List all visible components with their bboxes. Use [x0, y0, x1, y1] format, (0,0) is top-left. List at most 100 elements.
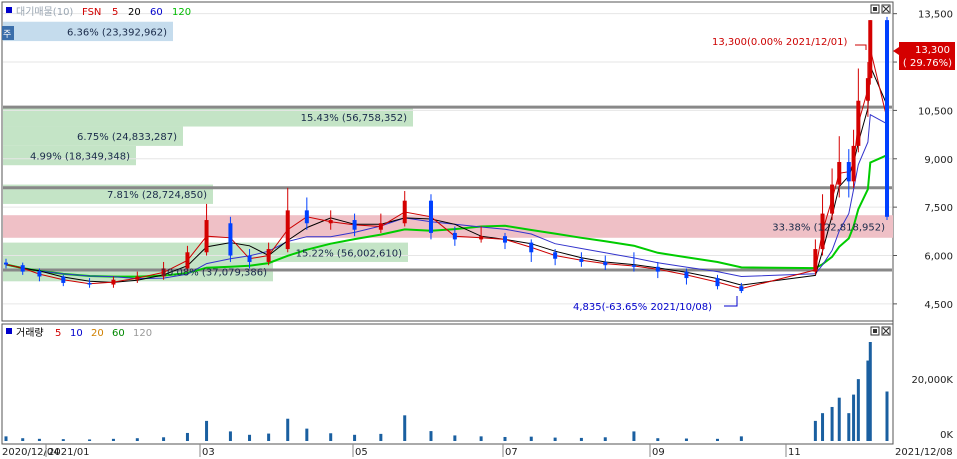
volume-bar	[4, 436, 8, 441]
volume-bar	[379, 433, 383, 441]
candle-body	[135, 276, 140, 280]
candle-body	[87, 282, 92, 285]
candle-body	[452, 232, 457, 240]
candle-body	[111, 279, 116, 285]
candle-body	[266, 249, 271, 262]
volume-profile-label: 33.38% (122,818,952)	[772, 222, 885, 233]
side-tab[interactable]: 주	[2, 26, 14, 40]
volume-bar	[88, 439, 92, 441]
volume-bar	[305, 428, 309, 441]
volume-bar	[228, 431, 232, 441]
date-tick-label: 05	[355, 447, 368, 458]
candle-body	[715, 278, 720, 287]
volume-bar	[21, 438, 25, 441]
volume-profile-label: 6.75% (24,833,287)	[77, 132, 177, 143]
price-legend-item: 120	[172, 7, 191, 18]
volume-bar	[286, 418, 290, 441]
candle-body	[603, 261, 608, 266]
candle-body	[579, 258, 584, 262]
volume-legend-item: 20	[91, 328, 104, 339]
candle-body	[856, 100, 861, 146]
volume-bar	[813, 420, 817, 441]
maximize-icon-inner	[873, 7, 877, 11]
volume-bar	[856, 379, 860, 441]
max-price-annotation: 13,300(0.00% 2021/12/01)	[712, 37, 847, 48]
volume-bar	[403, 415, 407, 441]
volume-panel-frame	[1, 323, 894, 445]
candle-body	[684, 271, 689, 279]
volume-legend-item: 60	[112, 328, 125, 339]
candle-body	[846, 162, 851, 182]
candle-body	[553, 252, 558, 259]
volume-bar	[37, 438, 41, 441]
volume-bar	[715, 438, 719, 441]
volume-bar	[553, 437, 557, 441]
volume-profile-label: 4.99% (18,349,348)	[30, 152, 130, 163]
volume-bar	[830, 406, 834, 441]
candle-body	[402, 200, 407, 224]
volume-bar	[503, 436, 507, 441]
volume-bar	[837, 397, 841, 441]
candle-body	[185, 252, 190, 269]
volume-tick-label: 0K	[940, 430, 953, 441]
volume-bar	[61, 439, 65, 441]
volume-bar	[135, 438, 139, 441]
volume-legend-item: 120	[133, 328, 152, 339]
candle-body	[479, 236, 484, 240]
price-legend-marker	[6, 7, 12, 13]
volume-bar	[429, 431, 433, 441]
candle-body	[865, 78, 870, 101]
price-tick-label: 10,500	[918, 106, 953, 117]
candle-body	[631, 265, 636, 267]
volume-bar	[479, 436, 483, 441]
volume-bar	[684, 438, 688, 441]
volume-bar	[205, 420, 209, 441]
candle-body	[228, 223, 233, 256]
volume-tick-label: 20,000K	[911, 375, 953, 386]
candle-body	[352, 220, 357, 230]
current-price-label: 13,300	[915, 45, 950, 56]
volume-bar	[656, 438, 660, 441]
date-axis: 2020/12/042021/01 03 05 07 09 11 2021/12/08	[2, 444, 953, 458]
candle-body	[37, 270, 42, 277]
stock-chart: 6.36% (23,392,962) 15.43% (56,758,352) 6.7…	[1, 1, 955, 458]
candle-body	[655, 266, 660, 272]
candle-body	[837, 162, 842, 185]
volume-bar	[847, 413, 851, 441]
volume-profile-label: 15.22% (56,002,610)	[296, 248, 402, 259]
candle-body	[885, 20, 889, 217]
candle-body	[830, 184, 835, 214]
price-legend-item: 5	[112, 7, 118, 18]
candle-body	[813, 249, 818, 272]
date-tick-label: 07	[505, 447, 518, 458]
maximize-icon-inner	[873, 329, 877, 333]
volume-bar	[329, 433, 333, 441]
volume-bar	[529, 436, 533, 441]
candle-body	[61, 276, 66, 283]
date-tick-label: 11	[788, 447, 801, 458]
price-tick-label: 13,500	[918, 10, 953, 21]
candle-body	[20, 265, 25, 272]
volume-legend-item: 5	[55, 328, 61, 339]
volume-bar	[111, 438, 115, 441]
volume-bar	[248, 434, 252, 441]
volume-legend-item: 거래량	[16, 327, 44, 339]
candle-body	[502, 236, 507, 243]
volume-bar	[739, 436, 743, 441]
volume-legend-marker	[6, 328, 12, 334]
volume-profile-label: 10.08% (37,079,386)	[161, 268, 267, 279]
candle-body	[247, 255, 252, 262]
candle-body	[868, 20, 873, 79]
price-legend-item: 대기매물(10)	[16, 6, 73, 18]
volume-bar	[885, 391, 889, 441]
date-tick-label: 03	[202, 447, 215, 458]
candle-body	[204, 220, 209, 253]
volume-bar	[162, 437, 166, 441]
volume-bar	[579, 437, 583, 441]
volume-profile-bar	[3, 215, 893, 238]
volume-bar	[353, 434, 357, 441]
price-tick-label: 7,500	[924, 203, 953, 214]
candle-body	[529, 242, 534, 253]
candle-body	[304, 210, 309, 224]
price-legend-item: 60	[150, 7, 163, 18]
